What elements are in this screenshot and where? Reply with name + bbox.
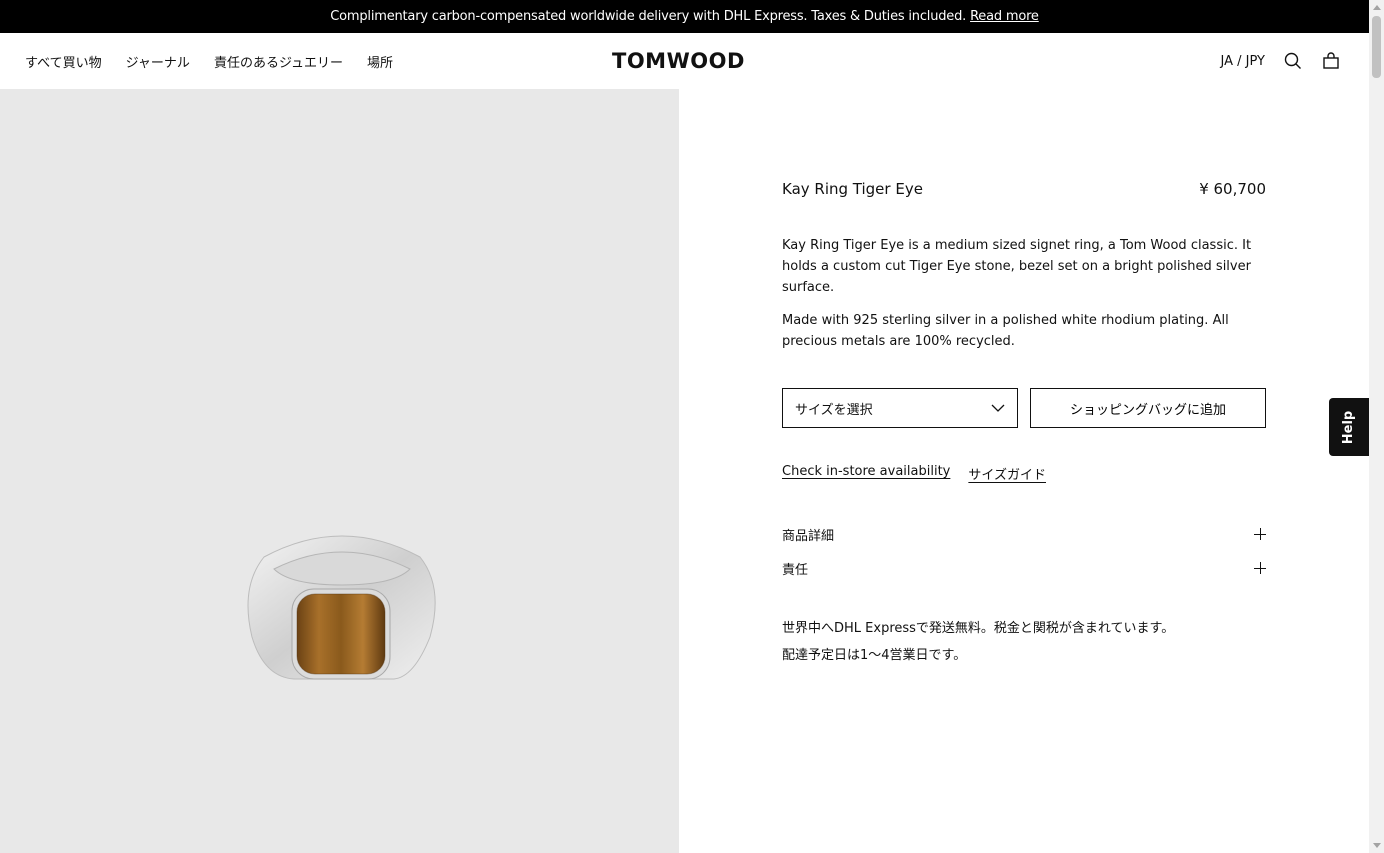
nav-item-shop-all[interactable]: すべて買い物 — [25, 52, 102, 71]
product-title: Kay Ring Tiger Eye — [782, 180, 923, 198]
accordion-label: 商品詳細 — [782, 528, 835, 544]
accordion-label: 責任 — [782, 562, 809, 578]
nav-item-locations[interactable]: 場所 — [367, 52, 393, 71]
chevron-down-icon — [991, 404, 1005, 412]
check-store-availability-link[interactable]: Check in-store availability — [782, 464, 950, 483]
site-header: すべて買い物 ジャーナル 責任のあるジュエリー 場所 TOMWOOD JA / … — [0, 33, 1369, 89]
shipping-line: 世界中へDHL Expressで発送無料。税金と関税が含まれています。 — [782, 621, 1175, 636]
locale-switcher[interactable]: JA / JPY — [1221, 54, 1265, 69]
plus-icon — [1254, 562, 1266, 574]
announcement-text: Complimentary carbon-compensated worldwi… — [330, 9, 967, 24]
accordion-product-details[interactable]: 商品詳細 — [782, 517, 1266, 551]
size-select[interactable]: サイズを選択 — [782, 388, 1018, 428]
purchase-actions: サイズを選択 ショッピングバッグに追加 — [782, 388, 1266, 428]
brand-logo[interactable]: TOMWOOD — [612, 49, 745, 73]
main-nav: すべて買い物 ジャーナル 責任のあるジュエリー 場所 — [25, 33, 393, 89]
plus-icon — [1254, 528, 1266, 540]
search-icon[interactable] — [1283, 51, 1303, 71]
nav-item-journal[interactable]: ジャーナル — [126, 52, 190, 71]
scroll-up-icon[interactable] — [1373, 5, 1381, 10]
help-label: Help — [1341, 410, 1357, 444]
help-button[interactable]: Help — [1329, 398, 1369, 456]
read-more-link[interactable]: Read more — [970, 9, 1039, 24]
product-image-gallery[interactable] — [0, 89, 679, 853]
add-to-bag-button[interactable]: ショッピングバッグに追加 — [1030, 388, 1266, 428]
shipping-info: 世界中へDHL Expressで発送無料。税金と関税が含まれています。 配達予定… — [782, 615, 1266, 669]
announcement-bar: Complimentary carbon-compensated worldwi… — [0, 0, 1369, 33]
product-info: Kay Ring Tiger Eye ¥ 60,700 Kay Ring Tig… — [782, 180, 1266, 669]
product-header: Kay Ring Tiger Eye ¥ 60,700 — [782, 180, 1266, 198]
size-select-label: サイズを選択 — [795, 402, 873, 418]
product-image-ring — [247, 535, 436, 680]
accordion-responsibility[interactable]: 責任 — [782, 551, 1266, 585]
page-scrollbar[interactable] — [1369, 0, 1384, 853]
description-paragraph: Kay Ring Tiger Eye is a medium sized sig… — [782, 238, 1252, 295]
header-actions: JA / JPY — [1221, 33, 1341, 89]
description-paragraph: Made with 925 sterling silver in a polis… — [782, 313, 1229, 349]
product-accordions: 商品詳細 責任 — [782, 517, 1266, 585]
scroll-down-icon[interactable] — [1373, 843, 1381, 848]
size-guide-link[interactable]: サイズガイド — [968, 464, 1046, 483]
product-links: Check in-store availability サイズガイド — [782, 464, 1266, 483]
bag-icon[interactable] — [1321, 51, 1341, 71]
product-price: ¥ 60,700 — [1199, 180, 1266, 198]
scroll-thumb[interactable] — [1372, 16, 1381, 78]
shipping-line: 配達予定日は1〜4営業日です。 — [782, 648, 967, 663]
nav-item-responsible-jewellery[interactable]: 責任のあるジュエリー — [214, 52, 343, 71]
product-description: Kay Ring Tiger Eye is a medium sized sig… — [782, 235, 1266, 352]
